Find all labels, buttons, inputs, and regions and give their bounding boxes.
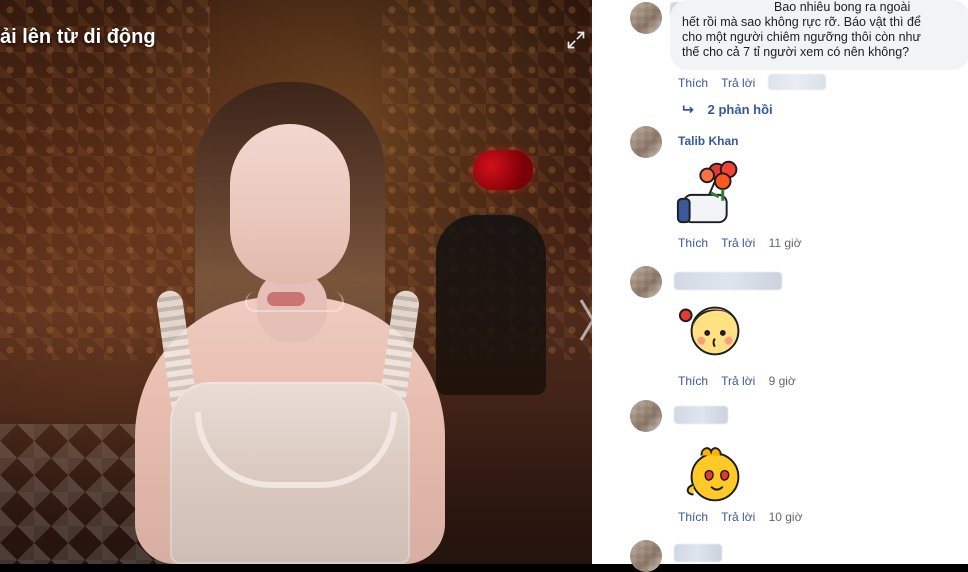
comment-actions: Thích Trả lời 11 giờ (678, 236, 812, 250)
reply-arrow-icon (682, 105, 694, 114)
comment-time: 10 giờ (768, 510, 803, 524)
viewer-divider (592, 0, 620, 564)
comment-actions: Thích Trả lời (678, 76, 765, 90)
comment-top: Bao nhiêu bong ra ngoài hết rồi mà sao k… (620, 0, 968, 120)
like-link[interactable]: Thích (678, 374, 708, 388)
photo-person (135, 82, 445, 564)
avatar[interactable] (630, 400, 662, 432)
avatar[interactable] (630, 266, 662, 298)
comment-item-3: Thích Trả lời 10 giờ (620, 398, 968, 538)
comment-actions: Thích Trả lời 10 giờ (678, 510, 812, 524)
commenter-name[interactable]: Talib Khan (678, 134, 738, 148)
reply-link[interactable]: Trả lời (721, 374, 755, 388)
like-link[interactable]: Thích (678, 236, 708, 250)
commenter-name-blurred[interactable] (674, 544, 722, 562)
commenter-name-blurred[interactable] (674, 272, 782, 290)
comment-line-1: Bao nhiêu bong ra ngoài (774, 0, 911, 14)
comment-item-2: Thích Trả lời 9 giờ (620, 262, 968, 400)
avatar[interactable] (630, 2, 662, 34)
comments-panel: Bao nhiêu bong ra ngoài hết rồi mà sao k… (620, 0, 968, 572)
comment-line-4: thế cho cả 7 tỉ người xem có nên không? (682, 45, 910, 59)
photo-table (436, 215, 546, 395)
comment-bubble: Bao nhiêu bong ra ngoài hết rồi mà sao k… (670, 0, 968, 70)
flowers-like-sticker (676, 160, 738, 224)
avatar[interactable] (630, 126, 662, 158)
person-choker (245, 292, 344, 312)
chevron-right-icon[interactable] (574, 290, 592, 350)
comment-item-4-partial (620, 536, 968, 572)
photo-viewer[interactable]: ải lên từ di động (0, 0, 592, 564)
heart-eyes-chick-sticker (686, 447, 740, 502)
comment-item-1: Talib Khan Thích Trả lời 11 giờ (620, 122, 968, 260)
like-link[interactable]: Thích (678, 76, 708, 90)
like-link[interactable]: Thích (678, 510, 708, 524)
comment-line-2: hết rồi mà sao không rực rỡ. Báo vật thì… (682, 15, 921, 29)
reply-link[interactable]: Trả lời (721, 76, 755, 90)
photo-roses (473, 150, 533, 190)
comment-time: 9 giờ (768, 374, 796, 388)
commenter-name-blurred[interactable] (674, 406, 728, 424)
comment-meta-blurred (768, 74, 826, 90)
replies-count: 2 phản hồi (707, 102, 773, 117)
comment-time: 11 giờ (768, 236, 802, 250)
reply-link[interactable]: Trả lời (721, 510, 755, 524)
view-replies[interactable]: 2 phản hồi (682, 102, 773, 117)
person-face (230, 124, 350, 284)
avatar[interactable] (630, 540, 662, 572)
reply-link[interactable]: Trả lời (721, 236, 755, 250)
kiss-girl-sticker (678, 306, 740, 356)
comment-actions: Thích Trả lời 9 giờ (678, 374, 806, 388)
comment-line-3: cho một người chiêm ngưỡng thôi còn như (682, 30, 921, 44)
upload-source-label: ải lên từ di động (0, 26, 156, 48)
expand-icon[interactable] (566, 30, 586, 50)
